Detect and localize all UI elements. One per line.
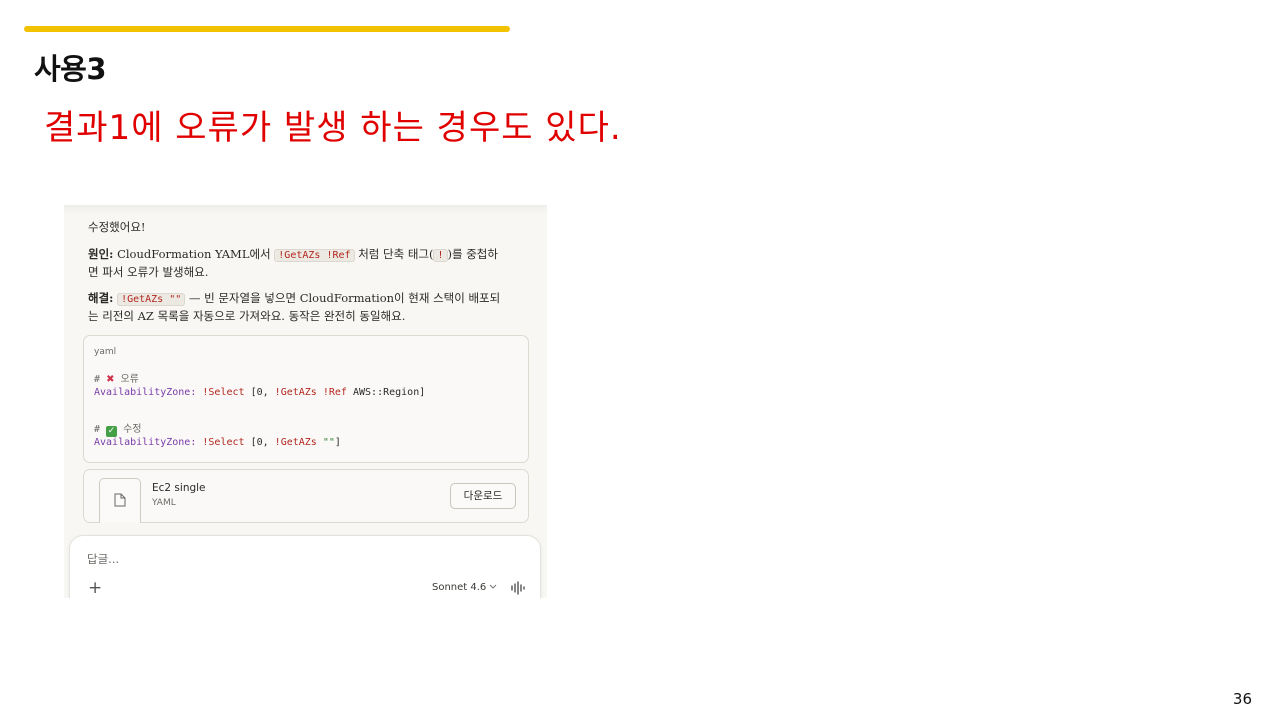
page-number: 36 [1232,690,1252,708]
accent-bar [24,26,510,32]
model-label: Sonnet 4.6 [432,582,487,593]
solution-label: 해결: [88,291,114,305]
plus-icon[interactable]: + [88,578,102,598]
code-line-fixed: AvailabilityZone: !Select [0, !GetAZs ""… [94,437,341,448]
check-mark-icon: ✓ [106,426,118,437]
inline-code: ! [433,249,448,262]
code-line-error: AvailabilityZone: !Select [0, !GetAZs !R… [94,387,426,398]
chat-screenshot: 수정했어요! 원인: CloudFormation YAML에서 !GetAZs… [64,205,547,598]
inline-code: !GetAZs !Ref [274,249,355,262]
cause-label: 원인: [88,247,114,261]
inline-code: !GetAZs "" [117,293,186,306]
code-language: yaml [94,347,117,357]
voice-waveform-icon[interactable] [510,581,526,595]
document-icon [114,493,126,507]
file-thumbnail [99,478,141,523]
model-selector[interactable]: Sonnet 4.6 [432,582,497,593]
cross-mark-icon: ✖ [106,374,115,385]
file-attachment[interactable]: Ec2 single YAML 다운로드 [83,469,529,523]
file-name: Ec2 single [152,482,206,494]
reply-composer[interactable]: 답글... + Sonnet 4.6 [69,535,541,598]
solution-text: — 빈 문자열을 넣으면 CloudFormation이 현재 스택이 배포되 [188,291,501,305]
cause-text: CloudFormation YAML에서 [117,247,271,261]
file-type: YAML [152,498,176,508]
download-button[interactable]: 다운로드 [450,483,516,509]
code-line-fixed-comment: # ✓ 수정 [94,424,142,437]
chevron-down-icon [490,584,497,589]
slide-title: 사용3 [34,52,107,86]
reply-input[interactable]: 답글... [87,551,119,567]
cause-text: 면 파서 오류가 발생해요. [88,265,209,279]
cause-text: )를 중첩하 [447,247,498,261]
solution-text: 는 리전의 AZ 목록을 자동으로 가져와요. 동작은 완전히 동일해요. [88,309,406,323]
code-line-error-comment: # ✖ 오류 [94,374,139,385]
slide-subtitle: 결과1에 오류가 발생 하는 경우도 있다. [44,108,622,148]
code-block: yaml # ✖ 오류 AvailabilityZone: !Select [0… [83,335,529,463]
cause-paragraph: 원인: CloudFormation YAML에서 !GetAZs !Ref 처… [88,246,508,281]
top-fade [64,205,547,215]
cause-text: 처럼 단축 태그( [358,247,434,261]
fixed-message: 수정했어요! [88,220,146,234]
solution-paragraph: 해결: !GetAZs "" — 빈 문자열을 넣으면 CloudFormati… [88,290,508,325]
